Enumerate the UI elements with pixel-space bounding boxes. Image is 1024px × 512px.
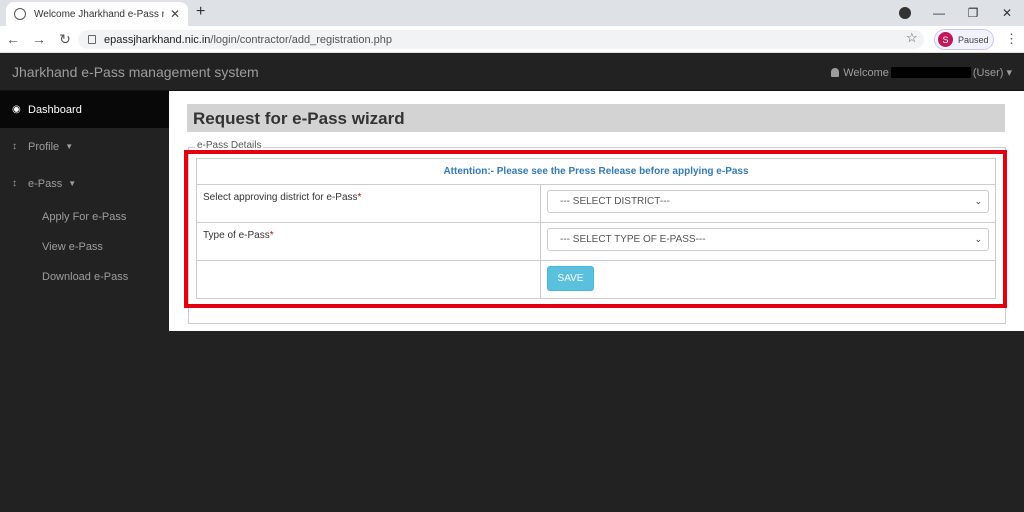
user-icon [831,68,840,77]
sidebar-subitem-download[interactable]: Download e-Pass [0,262,169,292]
new-tab-button[interactable]: + [196,3,205,21]
sidebar-item-label: Profile [28,140,60,153]
sidebar: ◉ Dashboard ↕ Profile ▼ ↕ e-Pass ▼ Apply… [0,91,169,512]
lock-icon [88,35,96,44]
epass-type-label: Type of e-Pass* [196,222,541,261]
tab-title: Welcome Jharkhand e-Pass management syst… [34,8,164,20]
window-controls: — ❐ ✕ [922,0,1024,26]
redacted-username [890,67,971,78]
sidebar-subitem-view[interactable]: View e-Pass [0,232,169,262]
user-role: (User) ▾ [972,67,1012,79]
chevron-down-icon: ⌄ [974,196,982,206]
district-label: Select approving district for e-Pass* [196,184,541,223]
epass-type-select-value: --- SELECT TYPE OF E-PASS--- [560,234,706,245]
required-mark: * [357,192,362,203]
avatar: S [938,32,953,47]
sidebar-item-profile[interactable]: ↕ Profile ▼ [0,128,169,165]
epass-type-select[interactable]: --- SELECT TYPE OF E-PASS--- ⌄ [547,228,989,251]
district-select-value: --- SELECT DISTRICT--- [560,196,670,207]
app-navbar: Jharkhand e-Pass management system Welco… [0,53,1024,91]
attention-notice[interactable]: Attention:- Please see the Press Release… [196,158,996,185]
address-bar[interactable]: epassjharkhand.nic.in/login/contractor/a… [78,30,924,49]
empty-cell [196,260,541,299]
caret-down-icon: ▼ [65,142,74,151]
chevron-down-icon: ⌄ [974,234,982,244]
user-menu[interactable]: Welcome (User) ▾ [831,66,1012,79]
vertical-bar-icon: ↕ [12,141,17,152]
vertical-bar-icon: ↕ [12,178,17,189]
globe-icon [14,8,26,20]
url-host: epassjharkhand.nic.in [104,33,211,46]
back-arrow-icon[interactable]: ← [0,31,26,47]
url-path: /login/contractor/add_registration.php [210,33,393,46]
save-button[interactable]: SAVE [547,266,594,291]
minimize-icon[interactable]: — [922,6,956,20]
window-close-icon[interactable]: ✕ [990,6,1024,20]
caret-down-icon: ▼ [68,179,77,188]
sidebar-item-label: Dashboard [28,103,82,116]
sidebar-item-label: e-Pass [28,177,63,190]
browser-toolbar: ← → ↻ epassjharkhand.nic.in/login/contra… [0,26,1024,53]
browser-tab[interactable]: Welcome Jharkhand e-Pass management syst… [6,2,188,26]
sidebar-item-dashboard[interactable]: ◉ Dashboard [0,91,169,128]
epass-form-table: Attention:- Please see the Press Release… [196,158,996,299]
brand-title[interactable]: Jharkhand e-Pass management system [12,64,259,80]
extension-icon[interactable] [899,7,911,19]
sidebar-item-epass[interactable]: ↕ e-Pass ▼ [0,165,169,202]
browser-menu-icon[interactable]: ⋮ [1005,31,1018,47]
tab-close-icon[interactable]: ✕ [170,7,180,21]
browser-tab-strip: Welcome Jharkhand e-Pass management syst… [0,0,1024,26]
page-title: Request for e-Pass wizard [187,104,1005,132]
profile-button[interactable]: S Paused [934,29,994,50]
profile-status: Paused [958,34,989,45]
main-content: Request for e-Pass wizard e-Pass Details… [169,91,1024,331]
restore-icon[interactable]: ❐ [956,6,990,20]
forward-arrow-icon[interactable]: → [26,31,52,47]
sidebar-subitem-apply[interactable]: Apply For e-Pass [0,202,169,232]
reload-icon[interactable]: ↻ [52,31,78,48]
welcome-text: Welcome [843,66,889,79]
fieldset-legend: e-Pass Details [195,140,264,151]
required-mark: * [269,230,274,241]
district-select[interactable]: --- SELECT DISTRICT--- ⌄ [547,190,989,213]
bookmark-star-icon[interactable]: ☆ [906,30,918,46]
dashboard-icon: ◉ [12,104,21,115]
